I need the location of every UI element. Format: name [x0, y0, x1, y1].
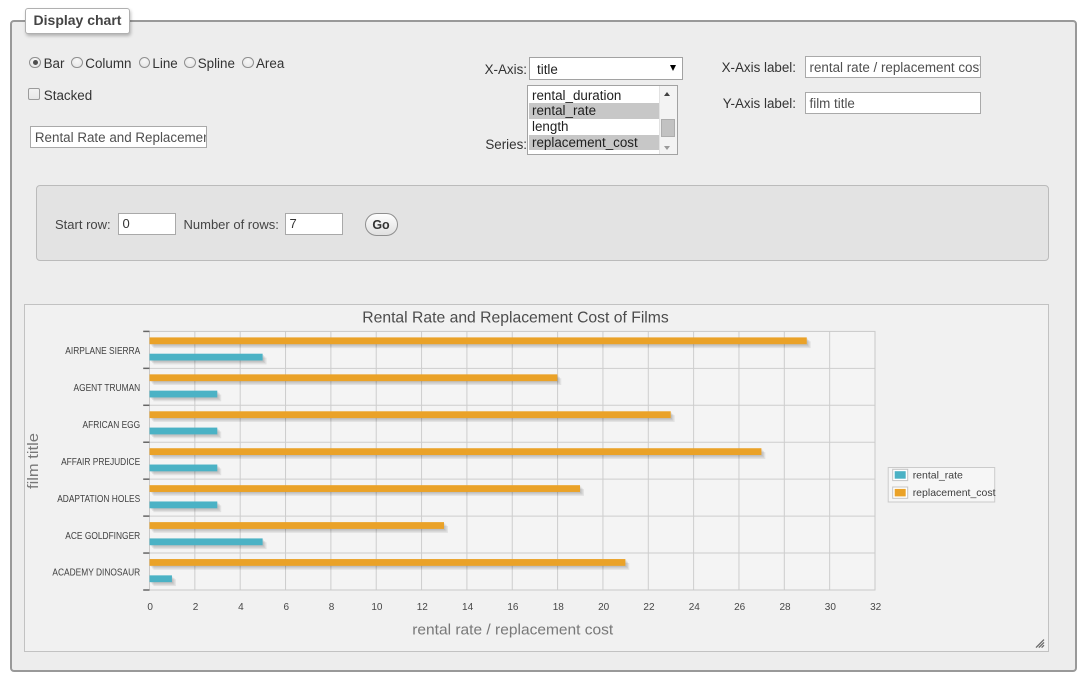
svg-text:4: 4	[238, 602, 244, 613]
svg-text:AFRICAN EGG: AFRICAN EGG	[83, 420, 141, 431]
svg-text:30: 30	[825, 602, 837, 613]
svg-text:12: 12	[417, 602, 429, 613]
svg-text:16: 16	[507, 602, 519, 613]
svg-text:rental rate / replacement cost: rental rate / replacement cost	[412, 622, 613, 638]
svg-text:22: 22	[643, 602, 655, 613]
svg-text:film title: film title	[26, 433, 42, 489]
svg-text:replacement_cost: replacement_cost	[913, 487, 996, 499]
svg-text:14: 14	[462, 602, 474, 613]
svg-text:ADAPTATION HOLES: ADAPTATION HOLES	[57, 494, 140, 505]
svg-text:8: 8	[329, 602, 335, 613]
svg-text:28: 28	[779, 602, 791, 613]
svg-text:20: 20	[598, 602, 610, 613]
svg-text:ACE GOLDFINGER: ACE GOLDFINGER	[65, 531, 140, 542]
svg-text:32: 32	[870, 602, 882, 613]
svg-text:26: 26	[734, 602, 746, 613]
svg-text:0: 0	[147, 602, 153, 613]
svg-text:6: 6	[283, 602, 289, 613]
svg-text:18: 18	[553, 602, 565, 613]
svg-text:Rental Rate and Replacement Co: Rental Rate and Replacement Cost of Film…	[362, 309, 669, 326]
svg-text:2: 2	[193, 602, 199, 613]
svg-text:10: 10	[371, 602, 383, 613]
svg-text:AIRPLANE SIERRA: AIRPLANE SIERRA	[65, 346, 140, 357]
svg-text:AGENT TRUMAN: AGENT TRUMAN	[74, 383, 141, 394]
svg-text:AFFAIR PREJUDICE: AFFAIR PREJUDICE	[61, 457, 140, 468]
svg-text:rental_rate: rental_rate	[913, 470, 963, 482]
svg-text:24: 24	[689, 602, 701, 613]
svg-text:ACADEMY DINOSAUR: ACADEMY DINOSAUR	[52, 568, 140, 579]
